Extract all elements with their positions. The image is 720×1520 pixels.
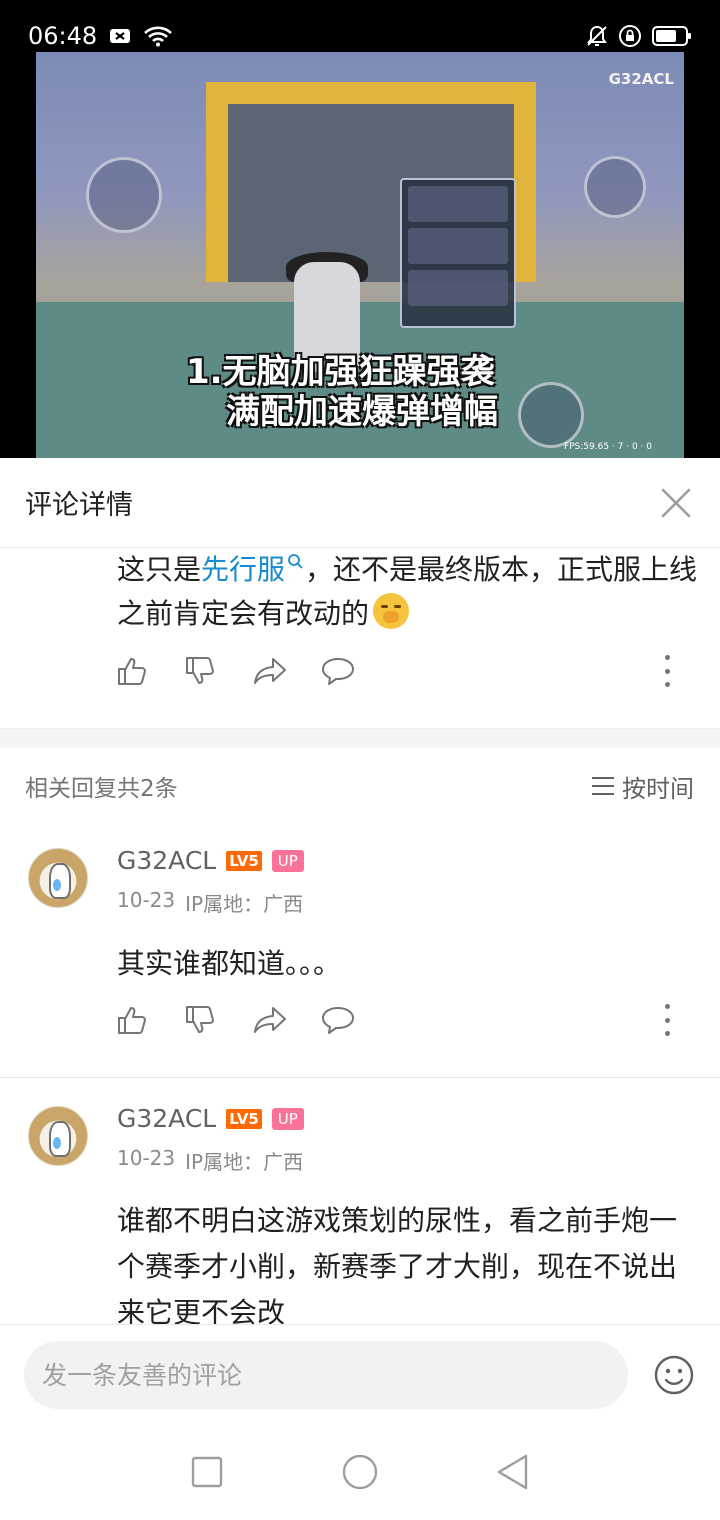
- reply-text: 谁都不明白这游戏策划的尿性，看之前手炮一个赛季才小削，新赛季了才大削，现在不说出…: [117, 1204, 678, 1324]
- comment-input[interactable]: [24, 1341, 628, 1409]
- comment-scroll-area[interactable]: 这只是先行服 ，还不是最终版本，正式服上线之前肯定会有改动的 相关回复共2条 按时…: [0, 548, 720, 1324]
- search-icon: [288, 554, 303, 569]
- section-divider: [0, 728, 720, 748]
- reply-item: G32ACL LV5 UP 10-23 IP属地：广西 谁都不明白这游戏策划的尿…: [0, 1078, 720, 1324]
- status-time: 06:48: [28, 22, 98, 50]
- avatar[interactable]: [28, 848, 88, 908]
- avatar[interactable]: [28, 1106, 88, 1166]
- like-button[interactable]: [117, 1000, 185, 1040]
- share-button[interactable]: [253, 651, 321, 691]
- video-aim-graphic: [584, 156, 646, 218]
- video-watermark: G32ACL: [608, 70, 674, 88]
- back-button[interactable]: [491, 1450, 535, 1494]
- back-triangle-icon: [498, 1454, 528, 1490]
- lock-rotation-icon: [618, 24, 642, 48]
- comment-bubble-icon: [322, 1007, 354, 1034]
- user-line: G32ACL LV5 UP: [117, 846, 304, 875]
- reply-item: G32ACL LV5 UP 10-23 IP属地：广西 其实谁都知道。。。: [0, 824, 720, 1077]
- username[interactable]: G32ACL: [117, 846, 216, 875]
- reply-ip: IP属地：广西: [185, 1150, 304, 1174]
- reply-meta: 10-23 IP属地：广西: [117, 888, 303, 917]
- up-badge: UP: [271, 849, 304, 872]
- video-player[interactable]: G32ACL 1.无脑加强狂躁强袭 满配加速爆弹增幅 FPS:59.65 · 7…: [0, 0, 720, 458]
- root-comment-text: 这只是先行服 ，还不是最终版本，正式服上线之前肯定会有改动的: [117, 548, 698, 636]
- level-badge: LV5: [226, 1108, 262, 1129]
- reply-date: 10-23: [117, 1146, 176, 1170]
- dislike-button[interactable]: [185, 1000, 253, 1040]
- recents-button[interactable]: [185, 1450, 229, 1494]
- status-bar: 06:48: [0, 0, 720, 72]
- share-icon: [254, 1007, 286, 1033]
- video-fire-graphic: [518, 382, 584, 448]
- sort-label: 按时间: [622, 774, 694, 803]
- like-button[interactable]: [117, 651, 185, 691]
- thumbs-up-icon: [118, 1007, 146, 1034]
- close-button[interactable]: [656, 483, 696, 523]
- search-link-label: 先行服: [201, 553, 286, 586]
- root-comment: 这只是先行服 ，还不是最终版本，正式服上线之前肯定会有改动的: [0, 548, 720, 728]
- root-comment-text-part: 这只是: [117, 553, 202, 586]
- reply-date: 10-23: [117, 888, 176, 912]
- thumbs-down-icon: [186, 1006, 214, 1033]
- notification-icon: [109, 27, 131, 45]
- reply-text: 其实谁都知道。。。: [117, 947, 342, 980]
- video-fps-readout: FPS:59.65 · 7 · 0 · 0: [563, 442, 652, 452]
- username[interactable]: G32ACL: [117, 1104, 216, 1133]
- more-options-button[interactable]: [657, 655, 677, 687]
- share-icon: [254, 658, 286, 684]
- search-link-xianxingfu[interactable]: 先行服: [201, 553, 305, 586]
- thumbs-down-icon: [186, 657, 214, 684]
- emoji-button[interactable]: [654, 1355, 694, 1395]
- close-icon: [661, 488, 691, 517]
- dislike-button[interactable]: [185, 651, 253, 691]
- reply-meta: 10-23 IP属地：广西: [117, 1146, 303, 1175]
- thumbs-up-icon: [118, 658, 146, 685]
- user-line: G32ACL LV5 UP: [117, 1104, 304, 1133]
- mute-bell-icon: [586, 24, 608, 48]
- battery-icon: [652, 25, 692, 47]
- system-nav-bar: [0, 1424, 720, 1520]
- smiley-icon: [654, 1355, 694, 1395]
- comment-bubble-icon: [322, 658, 354, 685]
- root-comment-actions: [117, 651, 677, 691]
- page-title: 评论详情: [25, 490, 133, 521]
- share-button[interactable]: [253, 1000, 321, 1040]
- circle-icon: [342, 1454, 378, 1490]
- emoji-facepalm-icon: [373, 593, 410, 629]
- video-subtitle: 1.无脑加强狂躁强袭 满配加速爆弹增幅: [186, 352, 498, 432]
- reply-button[interactable]: [321, 1000, 389, 1040]
- video-joystick-graphic: [86, 157, 162, 233]
- reply-button[interactable]: [321, 651, 389, 691]
- video-subtitle-line2: 满配加速爆弹增幅: [226, 392, 498, 432]
- square-icon: [191, 1456, 222, 1488]
- sort-by-time-button[interactable]: 按时间: [592, 769, 694, 804]
- replies-header: 相关回复共2条 按时间: [0, 748, 720, 824]
- replies-count: 相关回复共2条: [25, 776, 178, 802]
- more-options-button[interactable]: [657, 1004, 677, 1036]
- comment-input-bar: [0, 1324, 720, 1424]
- video-subtitle-line1: 1.无脑加强狂躁强袭: [186, 352, 495, 392]
- level-badge: LV5: [226, 850, 262, 871]
- wifi-icon: [143, 25, 173, 47]
- video-scene-panel: [400, 178, 516, 328]
- home-button[interactable]: [338, 1450, 382, 1494]
- comment-detail-header: 评论详情: [0, 458, 720, 548]
- up-badge: UP: [271, 1107, 304, 1130]
- reply-actions: [117, 1000, 677, 1040]
- video-frame[interactable]: G32ACL 1.无脑加强狂躁强袭 满配加速爆弹增幅 FPS:59.65 · 7…: [36, 52, 684, 458]
- reply-ip: IP属地：广西: [185, 892, 304, 916]
- sort-icon: [592, 777, 614, 795]
